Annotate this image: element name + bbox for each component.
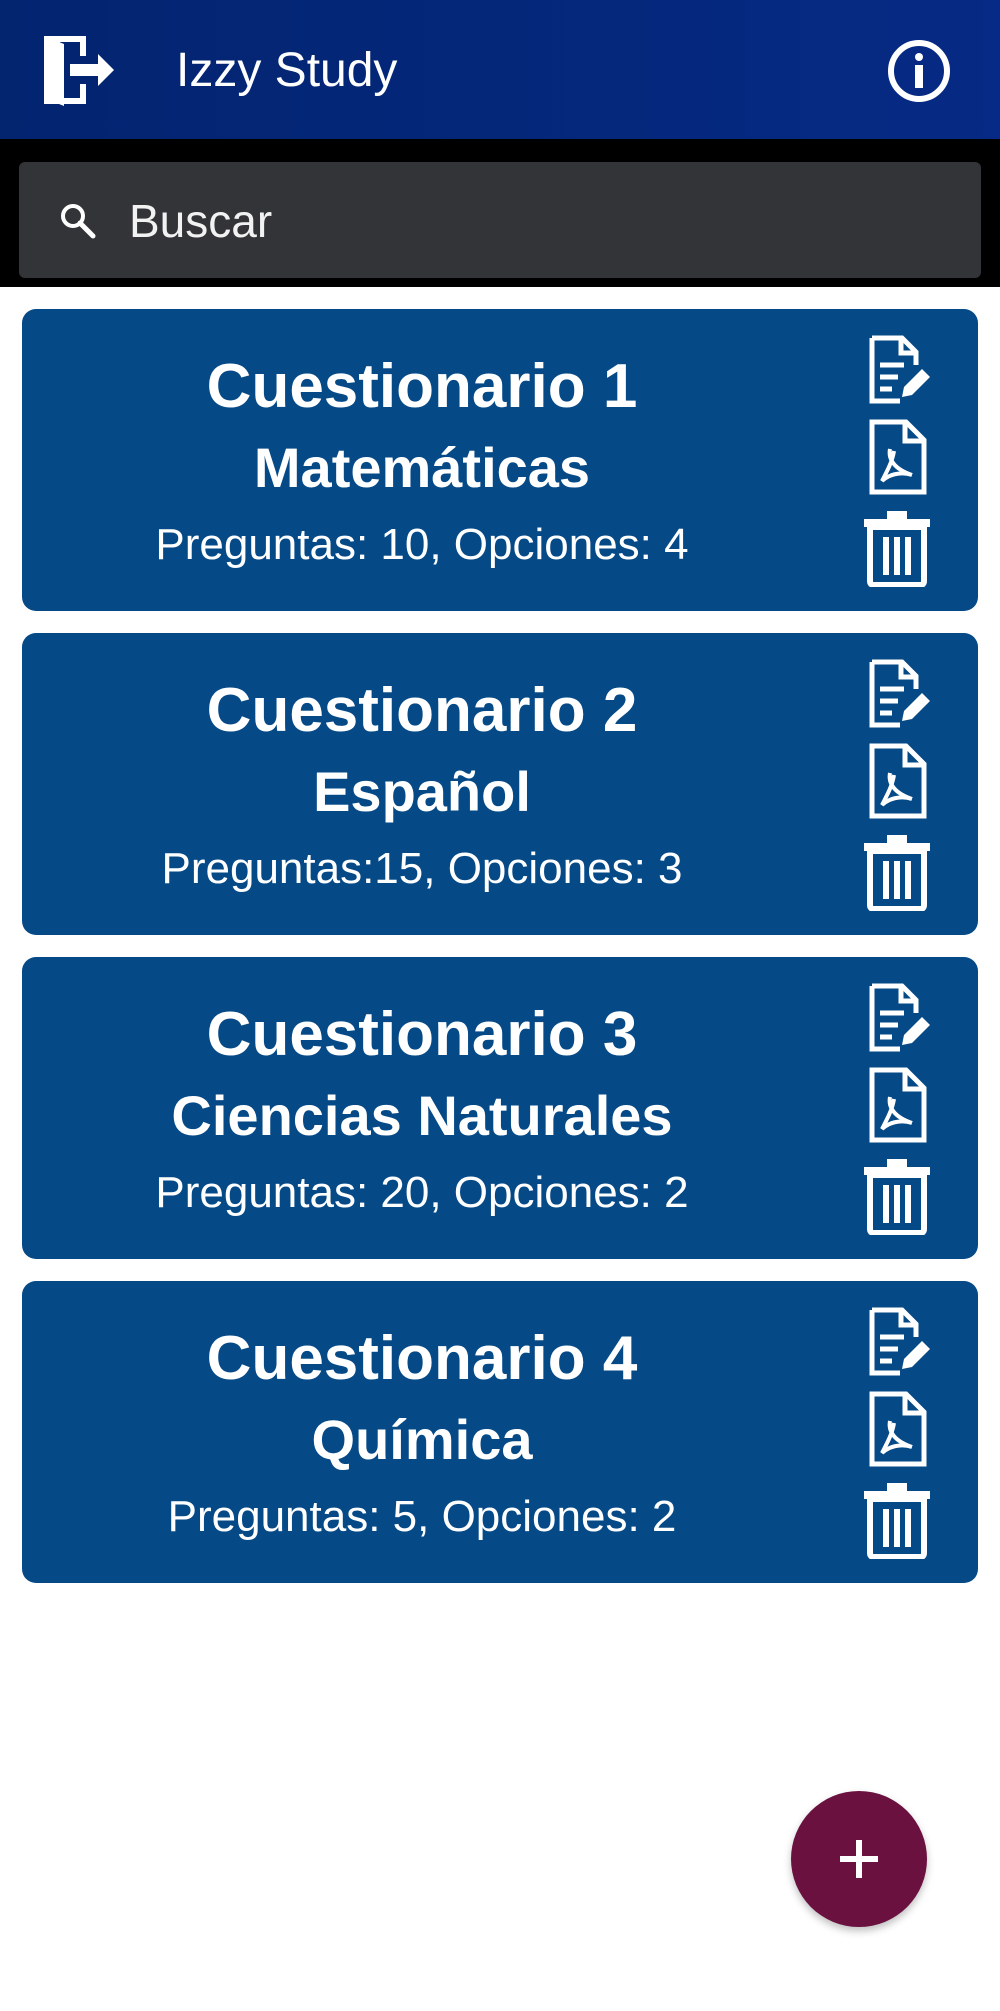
- trash-icon: [864, 835, 930, 911]
- search-input[interactable]: [127, 184, 951, 258]
- trash-icon: [864, 511, 930, 587]
- info-button[interactable]: [886, 38, 952, 104]
- quiz-name: Cuestionario 4: [206, 1324, 638, 1393]
- pdf-export-button[interactable]: [868, 1067, 928, 1143]
- delete-quiz-button[interactable]: [862, 833, 932, 911]
- quiz-name: Cuestionario 2: [206, 676, 638, 745]
- add-quiz-button[interactable]: [791, 1791, 927, 1927]
- search-bar: [0, 139, 1000, 287]
- pdf-export-button[interactable]: [868, 743, 928, 819]
- quiz-card-text: Cuestionario 4 Química Preguntas: 5, Opc…: [22, 1281, 822, 1583]
- quiz-card-text: Cuestionario 2 Español Preguntas:15, Opc…: [22, 633, 822, 935]
- quiz-subject: Ciencias Naturales: [171, 1084, 673, 1147]
- quiz-card[interactable]: Cuestionario 3 Ciencias Naturales Pregun…: [22, 957, 978, 1259]
- quiz-card[interactable]: Cuestionario 1 Matemáticas Preguntas: 10…: [22, 309, 978, 611]
- pdf-icon: [869, 419, 927, 495]
- delete-quiz-button[interactable]: [862, 1157, 932, 1235]
- quiz-card-text: Cuestionario 1 Matemáticas Preguntas: 10…: [22, 309, 822, 611]
- quiz-card-text: Cuestionario 3 Ciencias Naturales Pregun…: [22, 957, 822, 1259]
- plus-icon: [840, 1840, 878, 1878]
- search-icon: [61, 204, 96, 239]
- edit-document-icon: [869, 983, 930, 1052]
- quiz-card[interactable]: Cuestionario 4 Química Preguntas: 5, Opc…: [22, 1281, 978, 1583]
- quiz-stats: Preguntas: 5, Opciones: 2: [167, 1492, 677, 1541]
- edit-quiz-button[interactable]: [866, 659, 930, 729]
- quiz-stats: Preguntas:15, Opciones: 3: [161, 844, 683, 893]
- edit-quiz-button[interactable]: [866, 983, 930, 1053]
- quiz-name: Cuestionario 3: [206, 1000, 638, 1069]
- pdf-icon: [869, 1391, 927, 1467]
- pdf-export-button[interactable]: [868, 419, 928, 495]
- exit-button[interactable]: [40, 32, 116, 108]
- edit-quiz-button[interactable]: [866, 335, 930, 405]
- trash-icon: [864, 1483, 930, 1559]
- exit-icon: [44, 36, 114, 106]
- quiz-stats: Preguntas: 20, Opciones: 2: [155, 1168, 689, 1217]
- quiz-subject: Química: [311, 1408, 533, 1471]
- quiz-card[interactable]: Cuestionario 2 Español Preguntas:15, Opc…: [22, 633, 978, 935]
- edit-document-icon: [869, 335, 930, 404]
- quiz-subject: Español: [313, 760, 531, 823]
- app-bar: Izzy Study: [0, 0, 1000, 139]
- edit-document-icon: [869, 659, 930, 728]
- pdf-export-button[interactable]: [868, 1391, 928, 1467]
- edit-document-icon: [869, 1307, 930, 1376]
- search-box: [19, 162, 981, 278]
- delete-quiz-button[interactable]: [862, 509, 932, 587]
- app-title: Izzy Study: [176, 44, 398, 97]
- trash-icon: [864, 1159, 930, 1235]
- quiz-stats: Preguntas: 10, Opciones: 4: [155, 520, 689, 569]
- pdf-icon: [869, 1067, 927, 1143]
- pdf-icon: [869, 743, 927, 819]
- edit-quiz-button[interactable]: [866, 1307, 930, 1377]
- quiz-subject: Matemáticas: [253, 436, 591, 499]
- delete-quiz-button[interactable]: [862, 1481, 932, 1559]
- info-icon: [888, 40, 950, 102]
- quiz-name: Cuestionario 1: [206, 352, 638, 421]
